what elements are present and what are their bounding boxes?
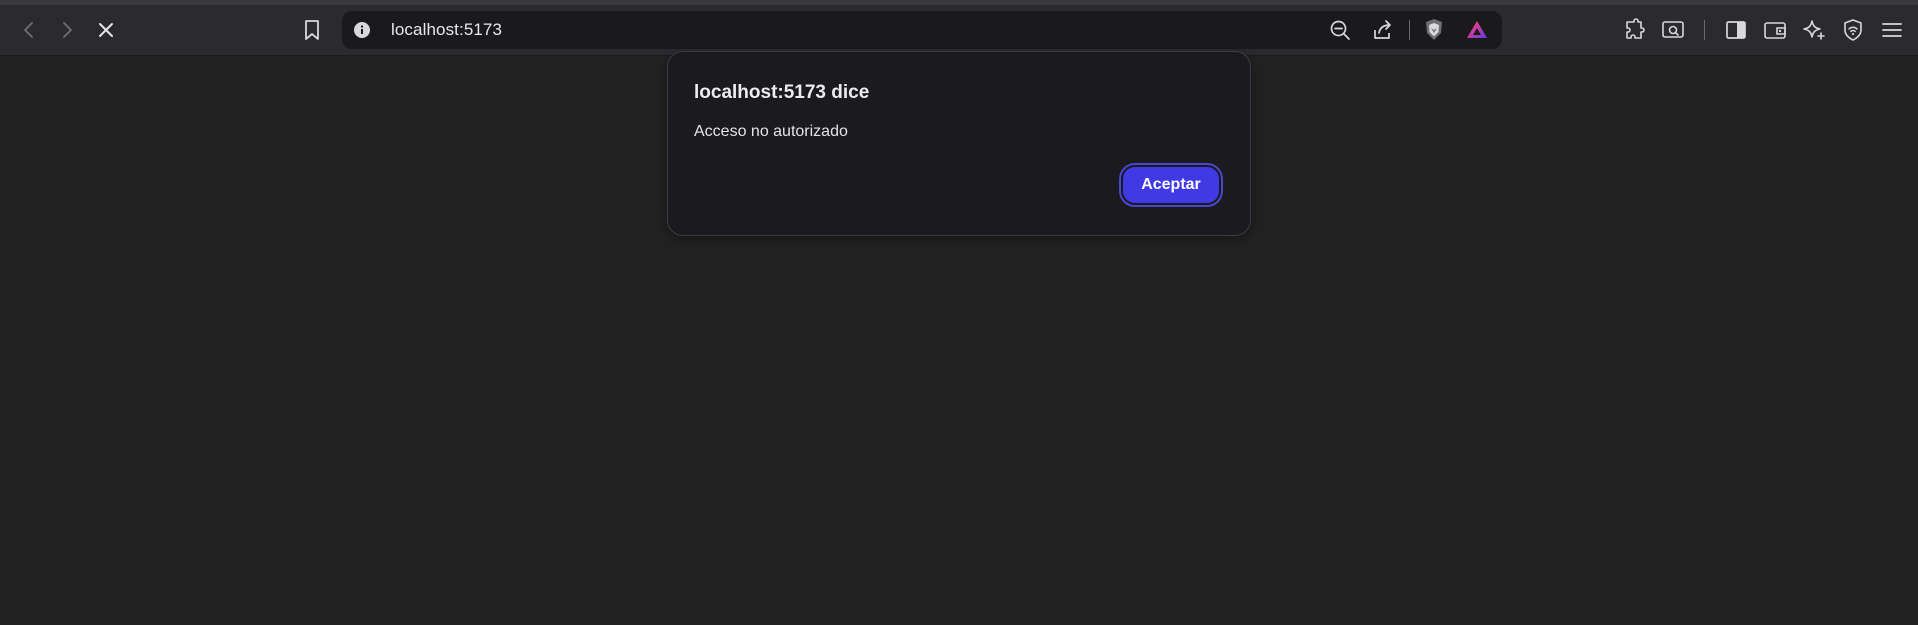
ok-button[interactable]: Aceptar — [1119, 163, 1223, 207]
close-icon — [99, 23, 113, 37]
share-icon — [1374, 20, 1391, 39]
toolbar-divider — [1704, 20, 1705, 40]
forward-button[interactable] — [50, 13, 84, 47]
main-menu-button[interactable] — [1875, 13, 1909, 47]
screenshot-icon — [1662, 21, 1684, 38]
stop-loading-button[interactable] — [89, 13, 123, 47]
alert-dialog: localhost:5173 dice Acceso no autorizado… — [667, 51, 1251, 236]
address-bar-divider — [1409, 20, 1410, 40]
dialog-title: localhost:5173 dice — [694, 82, 870, 103]
back-button[interactable] — [12, 13, 46, 47]
site-info-button[interactable] — [347, 15, 377, 45]
zoom-out-icon — [1330, 20, 1350, 40]
zoom-button[interactable] — [1325, 15, 1355, 45]
brave-shields-button[interactable] — [1419, 15, 1449, 45]
chevron-right-icon — [63, 22, 72, 38]
vpn-button[interactable] — [1836, 13, 1870, 47]
bookmark-button[interactable] — [295, 13, 329, 47]
share-button[interactable] — [1368, 15, 1398, 45]
wallet-button[interactable] — [1758, 13, 1792, 47]
dialog-message: Acceso no autorizado — [694, 123, 848, 140]
info-icon — [354, 22, 370, 38]
leo-ai-icon — [1803, 20, 1825, 40]
chevron-left-icon — [24, 22, 33, 38]
bookmark-icon — [305, 20, 319, 40]
screenshot-button[interactable] — [1656, 13, 1690, 47]
url-text[interactable]: localhost:5173 — [391, 20, 502, 40]
extensions-button[interactable] — [1618, 13, 1652, 47]
sidebar-icon — [1726, 21, 1746, 39]
brave-rewards-icon — [1467, 21, 1487, 38]
extensions-icon — [1626, 18, 1645, 39]
address-bar[interactable]: localhost:5173 — [342, 11, 1502, 49]
vpn-icon — [1844, 19, 1862, 41]
brave-shields-icon — [1426, 19, 1442, 40]
brave-rewards-button[interactable] — [1462, 15, 1492, 45]
wallet-icon — [1764, 22, 1786, 39]
sidebar-button[interactable] — [1719, 13, 1753, 47]
browser-toolbar: localhost:5173 — [0, 5, 1918, 56]
leo-ai-button[interactable] — [1797, 13, 1831, 47]
menu-icon — [1882, 23, 1902, 37]
